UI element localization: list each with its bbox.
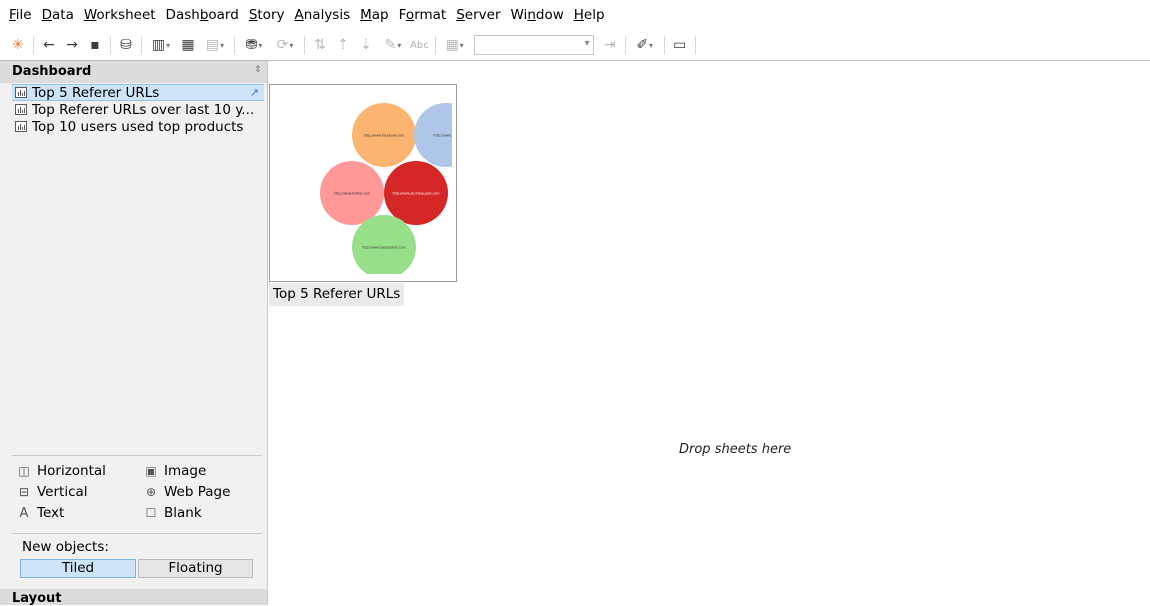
object-label: Horizontal bbox=[37, 463, 106, 479]
toolbar: ✳ ← → ▪ ⛁ ▥ ▾ ▦ ▤ ▾ ⛃ ▾ ⟳ ▾ ⇅ ⇡ ⇣ ✎ ▾ Abc ▦ ▾ … bbox=[0, 30, 1150, 60]
toolbar-separator bbox=[694, 36, 696, 54]
menu-story[interactable]: Story bbox=[244, 0, 290, 30]
worksheet-icon bbox=[15, 87, 27, 98]
menu-server[interactable]: Server bbox=[451, 0, 505, 30]
dashboard-canvas[interactable]: http://www.facebook.com http://www.yo... h… bbox=[269, 61, 1150, 605]
text-icon: A bbox=[19, 505, 29, 521]
toolbar-separator bbox=[141, 36, 142, 54]
duplicate-icon[interactable]: ▦ bbox=[178, 35, 198, 55]
menu-map[interactable]: Map bbox=[355, 0, 394, 30]
object-horizontal[interactable]: ◫ Horizontal bbox=[16, 463, 106, 479]
panel-title: Dashboard bbox=[12, 64, 92, 79]
bubble-chart: http://www.facebook.com http://www.yo... h… bbox=[320, 103, 457, 274]
object-vertical[interactable]: ⊟ Vertical bbox=[16, 484, 88, 500]
presentation-icon[interactable]: ▭ bbox=[670, 35, 690, 55]
refresh-icon[interactable]: ⟳ ▾ bbox=[271, 35, 299, 55]
labels-icon[interactable]: Abc bbox=[410, 40, 429, 51]
dashboard-panel: Dashboard ⇕ Top 5 Referer URLs ↗ Top Ref… bbox=[0, 61, 268, 606]
object-label: Text bbox=[37, 505, 65, 521]
chevron-down-icon: ▾ bbox=[584, 38, 590, 49]
sort-descending-icon[interactable]: ⇣ bbox=[356, 35, 376, 55]
pause-updates-icon[interactable]: ⛃ ▾ bbox=[240, 35, 268, 55]
object-label: Blank bbox=[164, 505, 202, 521]
object-blank[interactable]: ☐ Blank bbox=[143, 505, 202, 521]
sheet-item-label: Top Referer URLs over last 10 y... bbox=[32, 101, 255, 118]
bubble-label: http://www.stumbleupon.com bbox=[392, 192, 439, 196]
object-label: Vertical bbox=[37, 484, 88, 500]
fix-axes-icon[interactable]: ⇥ bbox=[600, 35, 620, 55]
menu-help[interactable]: Help bbox=[569, 0, 610, 30]
drop-sheets-hint: Drop sheets here bbox=[679, 442, 792, 457]
menu-window[interactable]: Window bbox=[506, 0, 569, 30]
sheet-item-top-10-users[interactable]: Top 10 users used top products bbox=[0, 118, 267, 135]
toolbar-separator bbox=[33, 36, 34, 54]
sheet-item-label: Top 10 users used top products bbox=[32, 118, 244, 135]
floating-button[interactable]: Floating bbox=[138, 559, 253, 578]
pen-icon[interactable]: ✐ ▾ bbox=[631, 35, 659, 55]
toolbar-separator bbox=[304, 36, 305, 54]
tableau-logo-icon[interactable]: ✳ bbox=[8, 35, 28, 55]
vertical-container-icon: ⊟ bbox=[18, 485, 30, 499]
menu-data[interactable]: Data bbox=[37, 0, 79, 30]
menu-dashboard[interactable]: Dashboard bbox=[161, 0, 244, 30]
new-data-source-icon[interactable]: ⛁ bbox=[116, 35, 136, 55]
menu-format[interactable]: Format bbox=[394, 0, 452, 30]
object-label: Web Page bbox=[164, 484, 231, 500]
fit-combo[interactable]: ▾ bbox=[473, 35, 594, 55]
sort-icon[interactable]: ⇕ bbox=[254, 65, 262, 75]
layout-tab[interactable]: Layout bbox=[0, 589, 267, 606]
image-icon: ▣ bbox=[145, 464, 157, 478]
swap-icon[interactable]: ⇅ bbox=[310, 35, 330, 55]
sort-ascending-icon[interactable]: ⇡ bbox=[333, 35, 353, 55]
fit-icon[interactable]: ▦ ▾ bbox=[441, 35, 469, 55]
new-worksheet-icon[interactable]: ▥ ▾ bbox=[147, 35, 175, 55]
tiled-button[interactable]: Tiled bbox=[20, 559, 136, 578]
bubble-label: http://www.bestsellers.com bbox=[362, 246, 405, 250]
toolbar-separator bbox=[624, 36, 626, 54]
sheet-list: Top 5 Referer URLs ↗ Top Referer URLs ov… bbox=[0, 84, 267, 135]
menu-bar: File Data Worksheet Dashboard Story Analysis M… bbox=[0, 0, 1150, 30]
object-label: Image bbox=[164, 463, 207, 479]
toolbar-separator bbox=[434, 36, 436, 54]
go-to-sheet-icon[interactable]: ↗ bbox=[250, 86, 259, 99]
toolbar-separator bbox=[234, 36, 235, 54]
menu-worksheet[interactable]: Worksheet bbox=[79, 0, 161, 30]
clear-icon[interactable]: ▤ ▾ bbox=[201, 35, 229, 55]
sheet-thumbnail[interactable]: http://www.facebook.com http://www.yo... h… bbox=[269, 84, 457, 282]
redo-icon[interactable]: → bbox=[62, 35, 82, 55]
bubble-label: http://www.facebook.com bbox=[364, 134, 405, 138]
sheet-item-top-5-referer-urls[interactable]: Top 5 Referer URLs ↗ bbox=[12, 84, 264, 101]
bubble-label: http://www.twitter.com bbox=[334, 192, 370, 196]
object-web-page[interactable]: ⊕ Web Page bbox=[143, 484, 230, 500]
divider bbox=[12, 455, 262, 456]
globe-icon: ⊕ bbox=[145, 485, 157, 499]
sheet-item-top-referer-urls-over-time[interactable]: Top Referer URLs over last 10 y... bbox=[0, 101, 267, 118]
horizontal-container-icon: ◫ bbox=[18, 464, 30, 478]
menu-file[interactable]: File bbox=[4, 0, 37, 30]
object-image[interactable]: ▣ Image bbox=[143, 463, 206, 479]
worksheet-icon bbox=[15, 104, 27, 115]
worksheet-icon bbox=[15, 121, 27, 132]
object-text[interactable]: A Text bbox=[16, 505, 65, 521]
toolbar-separator bbox=[663, 36, 665, 54]
menu-analysis[interactable]: Analysis bbox=[289, 0, 355, 30]
divider bbox=[12, 533, 262, 534]
new-objects-label: New objects: bbox=[22, 539, 109, 555]
save-icon[interactable]: ▪ bbox=[85, 35, 105, 55]
blank-icon: ☐ bbox=[145, 506, 157, 520]
layout-title: Layout bbox=[12, 591, 62, 606]
highlight-icon[interactable]: ✎ ▾ bbox=[379, 35, 407, 55]
panel-header: Dashboard ⇕ bbox=[0, 61, 267, 83]
sheet-item-label: Top 5 Referer URLs bbox=[32, 84, 160, 101]
bubble-label: http://www.yo... bbox=[433, 134, 457, 138]
thumbnail-caption: Top 5 Referer URLs bbox=[269, 283, 405, 306]
toolbar-separator bbox=[110, 36, 111, 54]
undo-icon[interactable]: ← bbox=[39, 35, 59, 55]
